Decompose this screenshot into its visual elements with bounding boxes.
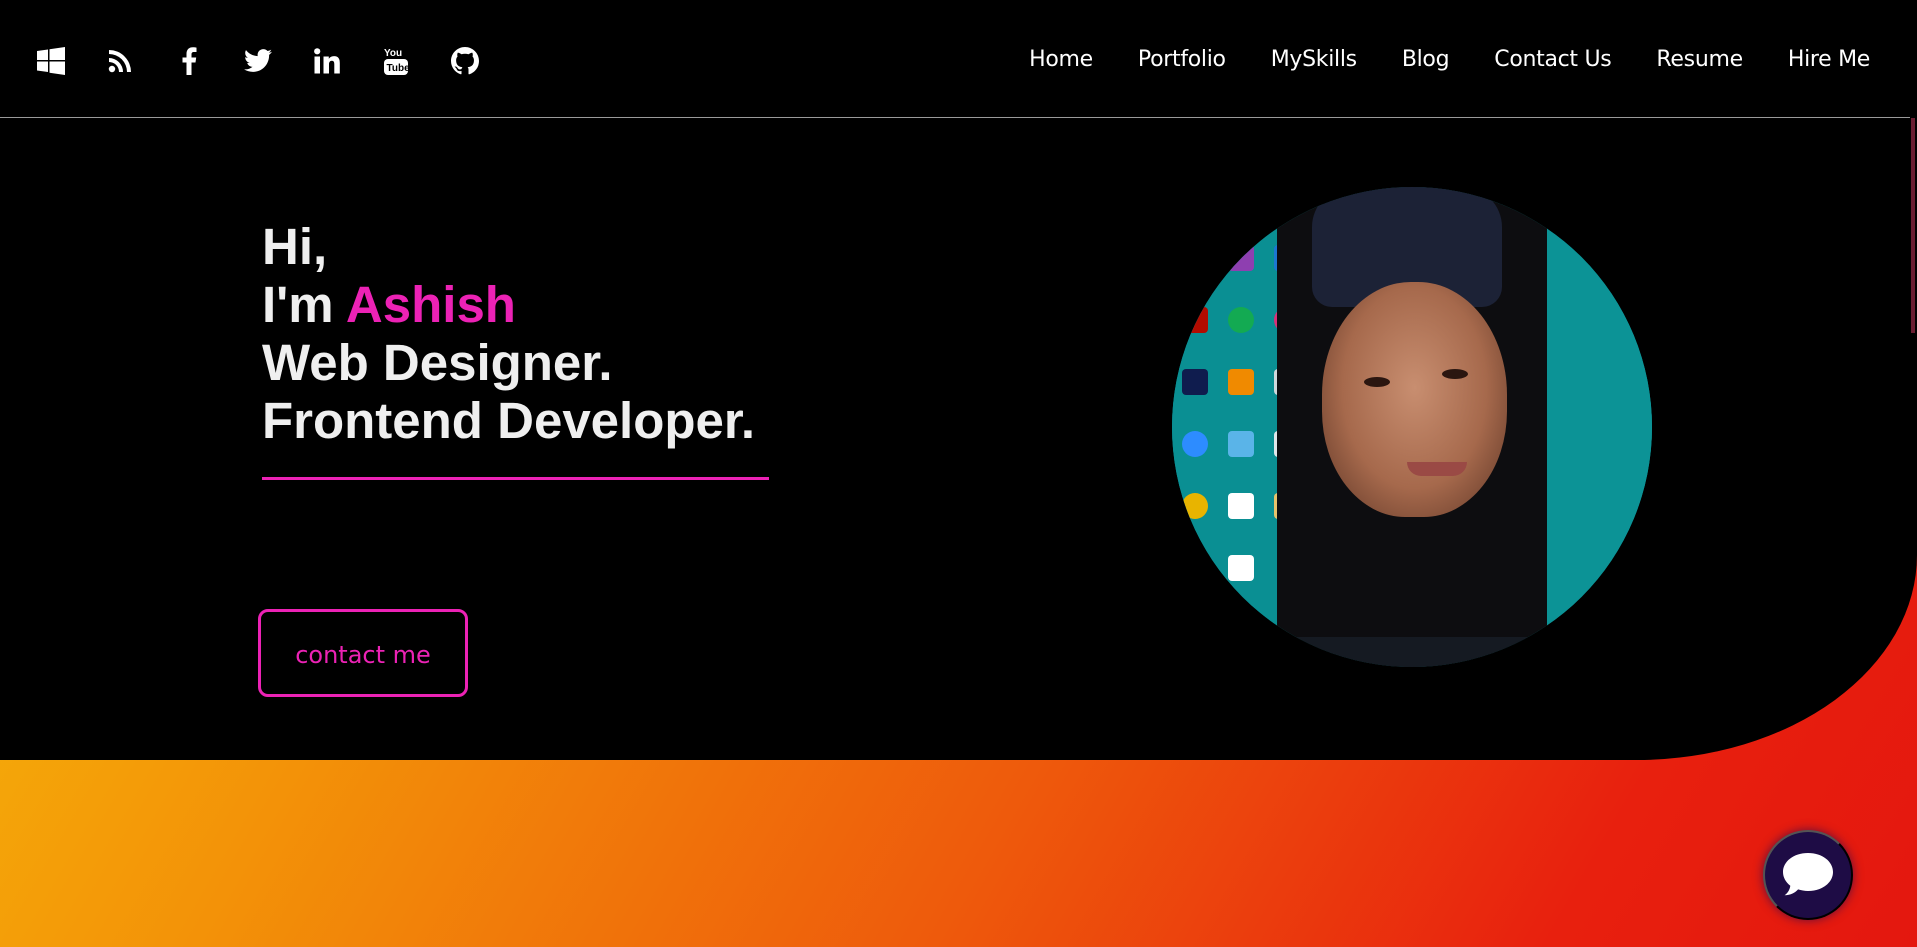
- photo-left-eye: [1364, 377, 1390, 387]
- svg-text:Tube: Tube: [387, 63, 410, 74]
- social-icons: You Tube: [36, 46, 519, 76]
- linkedin-icon[interactable]: [312, 46, 342, 76]
- hero-intro-prefix: I'm: [262, 276, 346, 333]
- photo-face: [1322, 282, 1507, 517]
- windows-icon[interactable]: [36, 46, 66, 76]
- photo-desktop-background: [1172, 187, 1277, 667]
- photo-mouth: [1407, 462, 1467, 476]
- svg-text:You: You: [384, 48, 402, 59]
- hero-role-web-designer: Web Designer.: [262, 334, 613, 391]
- hero-underline: [262, 477, 769, 480]
- github-icon[interactable]: [450, 46, 480, 76]
- facebook-icon[interactable]: [174, 46, 204, 76]
- hero-greeting: Hi,: [262, 218, 328, 275]
- nav-contact-us[interactable]: Contact Us: [1494, 47, 1611, 72]
- nav-resume[interactable]: Resume: [1656, 47, 1743, 72]
- rss-icon[interactable]: [105, 46, 135, 76]
- photo-taskbar: [1172, 637, 1652, 667]
- chat-bubble-icon: [1781, 851, 1835, 900]
- navbar: You Tube Home Portfolio MySkills Blog Con…: [0, 0, 1910, 118]
- profile-photo: [1172, 187, 1652, 667]
- nav-home[interactable]: Home: [1029, 47, 1093, 72]
- nav-portfolio[interactable]: Portfolio: [1138, 47, 1226, 72]
- twitter-icon[interactable]: [243, 46, 273, 76]
- nav-links: Home Portfolio MySkills Blog Contact Us …: [984, 47, 1870, 72]
- hero-intro-line: I'm Ashish: [262, 276, 755, 334]
- photo-right-eye: [1442, 369, 1468, 379]
- nav-hire-me[interactable]: Hire Me: [1788, 47, 1870, 72]
- youtube-icon[interactable]: You Tube: [381, 46, 411, 76]
- nav-myskills[interactable]: MySkills: [1271, 47, 1357, 72]
- hero-heading: Hi, I'm Ashish Web Designer. Frontend De…: [262, 218, 755, 450]
- photo-right-strip: [1547, 187, 1652, 667]
- hero-name: Ashish: [345, 276, 516, 333]
- chat-button[interactable]: [1763, 830, 1853, 920]
- hero-role-frontend-developer: Frontend Developer.: [262, 392, 756, 449]
- nav-blog[interactable]: Blog: [1402, 47, 1450, 72]
- scrollbar-thumb[interactable]: [1911, 118, 1915, 333]
- contact-me-button[interactable]: contact me: [258, 609, 468, 697]
